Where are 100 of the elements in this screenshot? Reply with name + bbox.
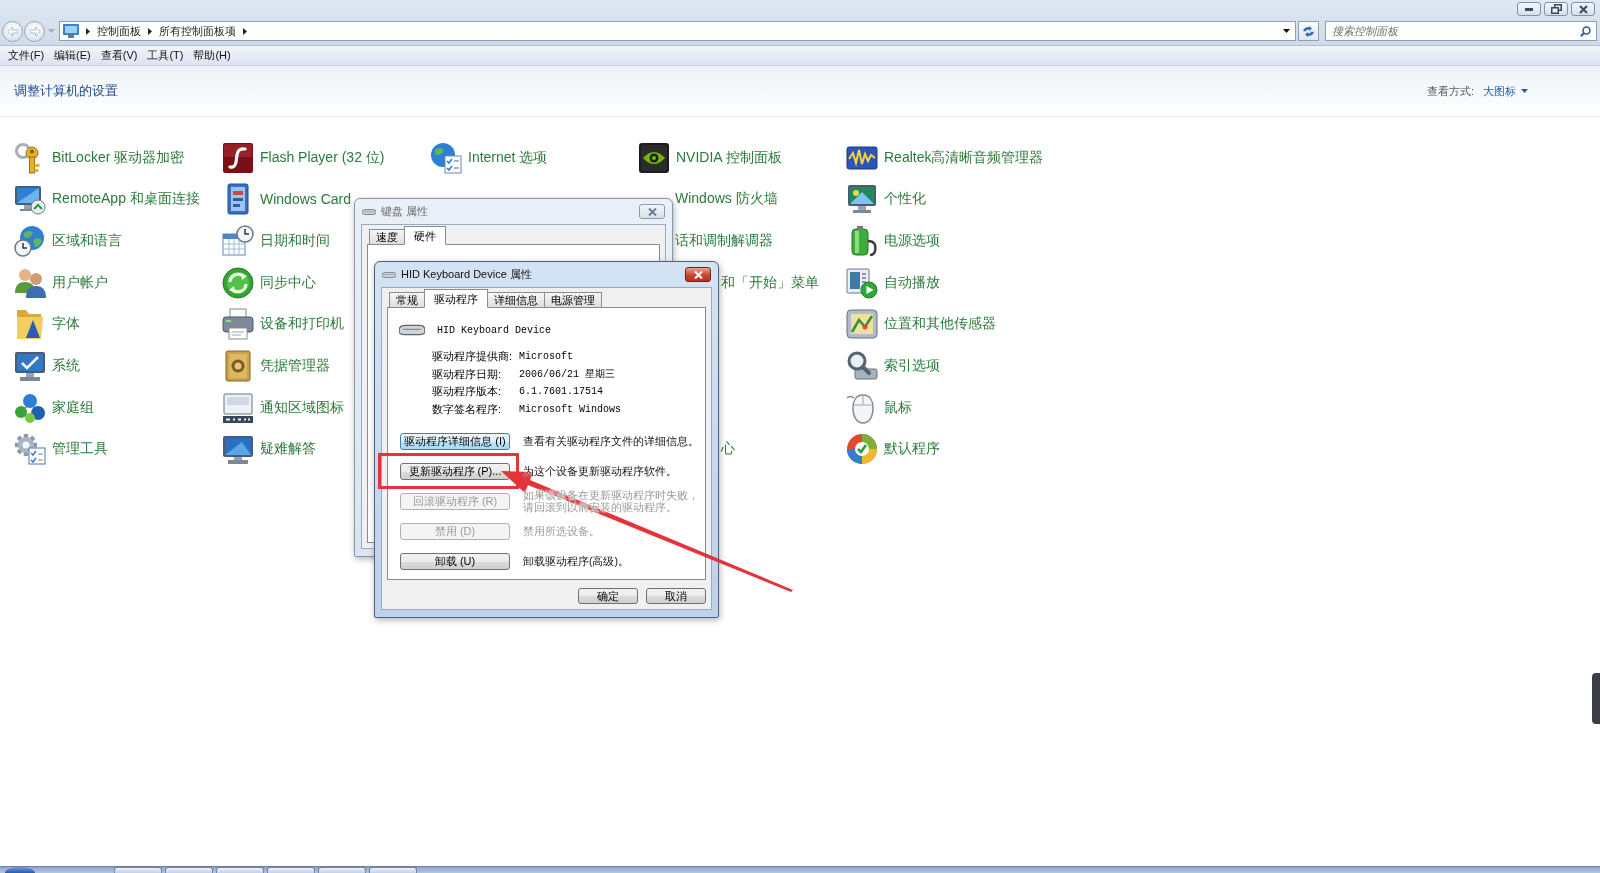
menu-item[interactable]: 工具(T) [142,48,189,63]
edge-tab[interactable] [1592,673,1600,724]
disc-icon [846,433,878,466]
monitor-icon [14,183,46,216]
control-panel-link[interactable]: 电源选项 [846,225,940,258]
view-label: 查看方式: [1426,83,1474,99]
menu-item[interactable]: 查看(V) [95,48,143,63]
property-value: 6.1.7601.17514 [519,386,604,398]
property-label: 驱动程序日期: [432,366,503,382]
action-description: 禁用所选设备。 [523,525,601,537]
taskbar-button[interactable] [216,867,264,873]
restore-button[interactable] [1544,2,1568,16]
taskbar-button[interactable] [369,867,417,873]
action-button[interactable]: 驱动程序详细信息 (I) [400,432,510,450]
control-panel-link[interactable]: 疑难解答 [222,433,316,466]
close-icon [647,207,657,216]
breadcrumb-link[interactable]: 控制面板 [97,23,141,39]
dialog-button[interactable]: 取消 [646,588,706,604]
control-panel-link[interactable]: 默认程序 [846,433,940,466]
control-panel-link[interactable]: Windows Card [222,183,352,216]
tab[interactable]: 电源管理 [544,292,602,308]
action-description: 查看有关驱动程序文件的详细信息。 [523,435,700,447]
globe-icon [14,225,46,258]
control-panel-link[interactable]: RemoteApp 和桌面连接 [14,183,200,216]
dialog-button[interactable]: 确定 [578,588,638,604]
view-dropdown[interactable]: 大图标 [1483,83,1528,99]
control-panel-link[interactable]: 用户帐户 [14,266,108,299]
action-description: 卸载驱动程序(高级)。 [523,555,630,567]
control-panel-link[interactable]: 同步中心 [222,266,316,299]
close-button[interactable] [1571,2,1595,16]
property-label: 驱动程序提供商: [432,349,514,365]
property-value: Microsoft [519,351,574,363]
control-panel-link[interactable]: Flash Player (32 位) [222,141,385,174]
control-panel-link[interactable]: 家庭组 [14,391,94,424]
menu-item[interactable]: 文件(F) [3,48,50,63]
arrow-left-icon [7,26,18,36]
tab[interactable]: 驱动程序 [424,289,488,308]
action-button[interactable]: 卸载 (U) [400,552,510,570]
device-name: HID Keyboard Device [437,324,552,336]
safe-icon [222,350,254,383]
control-panel-link[interactable]: BitLocker 驱动器加密 [14,141,185,174]
taskbar-button[interactable] [114,867,162,873]
property-value: 2006/06/21 星期三 [519,367,616,382]
property-label: 数字签名程序: [432,401,503,417]
minimize-button[interactable] [1517,2,1541,16]
users-icon [14,266,46,299]
spheres-icon [14,391,46,424]
control-panel-link[interactable]: 心 [721,440,735,459]
breadcrumb-link[interactable]: 所有控制面板项 [159,23,236,39]
monitor-icon [222,433,254,466]
control-panel-link[interactable]: Internet 选项 [430,141,548,174]
control-panel-link[interactable]: NVIDIA 控制面板 [638,141,782,174]
control-panel-link[interactable]: 日期和时间 [222,225,330,258]
gear-icon [14,433,46,466]
caret-icon [1521,89,1528,93]
chevron-icon[interactable] [148,27,152,35]
chevron-icon[interactable] [86,27,90,35]
address-field[interactable]: 控制面板 所有控制面板项 [59,21,1296,41]
control-panel-link[interactable]: 设备和打印机 [222,308,344,341]
control-panel-link[interactable]: 位置和其他传感器 [846,308,996,341]
control-panel-link[interactable]: 字体 [14,308,80,341]
close-button[interactable] [685,267,711,282]
chevron-icon[interactable] [243,27,247,35]
window-title: 键盘 属性 [381,204,429,219]
globe-icon [430,141,462,174]
taskbar-button[interactable] [318,867,366,873]
taskbar-button[interactable] [267,867,315,873]
swoosh-tile-icon [222,141,254,174]
control-panel-link[interactable]: 和「开始」菜单 [721,273,819,292]
control-panel-link[interactable]: 个性化 [846,183,926,216]
property-label: 驱动程序版本: [432,384,503,400]
caret-icon [48,29,55,33]
control-panel-link[interactable]: 通知区域图标 [222,391,344,424]
printer-icon [222,308,254,341]
control-panel-link[interactable]: 区域和语言 [14,225,122,258]
control-panel-link[interactable]: 管理工具 [14,433,108,466]
menu-item[interactable]: 编辑(E) [49,48,96,63]
control-panel-link[interactable]: 凭据管理器 [222,350,330,383]
search-field[interactable]: 搜索控制面板 [1325,21,1597,41]
monitor-icon [14,350,46,383]
keyboard-icon [382,271,396,278]
control-panel-link[interactable]: Realtek高清晰音频管理器 [846,141,1044,174]
start-button[interactable] [5,867,35,873]
tab[interactable]: 详细信息 [487,292,545,308]
control-panel-link[interactable]: Windows 防火墙 [675,190,778,209]
control-panel-link[interactable]: 索引选项 [846,350,940,383]
tab[interactable]: 常规 [389,292,425,308]
control-panel-link[interactable]: 系统 [14,350,80,383]
monitor-icon [846,183,878,216]
back-button[interactable] [2,20,23,42]
refresh-button[interactable] [1298,21,1319,41]
action-button[interactable]: 更新驱动程序 (P)... [400,462,510,480]
control-panel-link[interactable]: 自动播放 [846,266,940,299]
menu-item[interactable]: 帮助(H) [188,48,236,63]
control-panel-link[interactable]: 鼠标 [846,391,912,424]
control-panel-link[interactable]: 话和调制解调器 [675,232,773,251]
refresh-icon [1302,25,1315,37]
forward-button[interactable] [24,20,45,42]
caret-icon[interactable] [1283,29,1290,33]
taskbar-button[interactable] [165,867,213,873]
